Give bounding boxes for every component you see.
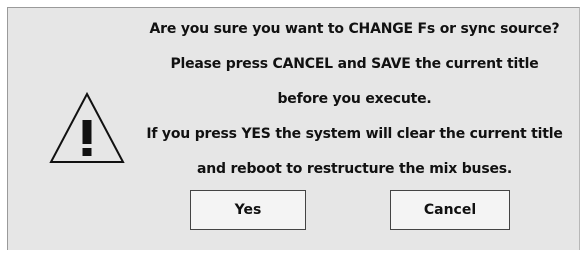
message-line: and reboot to restructure the mix buses. — [196, 161, 513, 177]
cancel-button[interactable]: Cancel — [390, 190, 510, 230]
confirmation-dialog: Are you sure you want to CHANGE Fs or sy… — [7, 7, 580, 250]
dialog-message: Are you sure you want to CHANGE Fs or sy… — [128, 12, 581, 187]
message-line: If you press YES the system will clear t… — [146, 126, 563, 142]
yes-button[interactable]: Yes — [190, 190, 306, 230]
warning-triangle-icon — [49, 91, 125, 163]
message-line: Please press CANCEL and SAVE the current… — [170, 56, 539, 72]
message-line: before you execute. — [277, 91, 432, 107]
message-line: Are you sure you want to CHANGE Fs or sy… — [149, 21, 560, 37]
